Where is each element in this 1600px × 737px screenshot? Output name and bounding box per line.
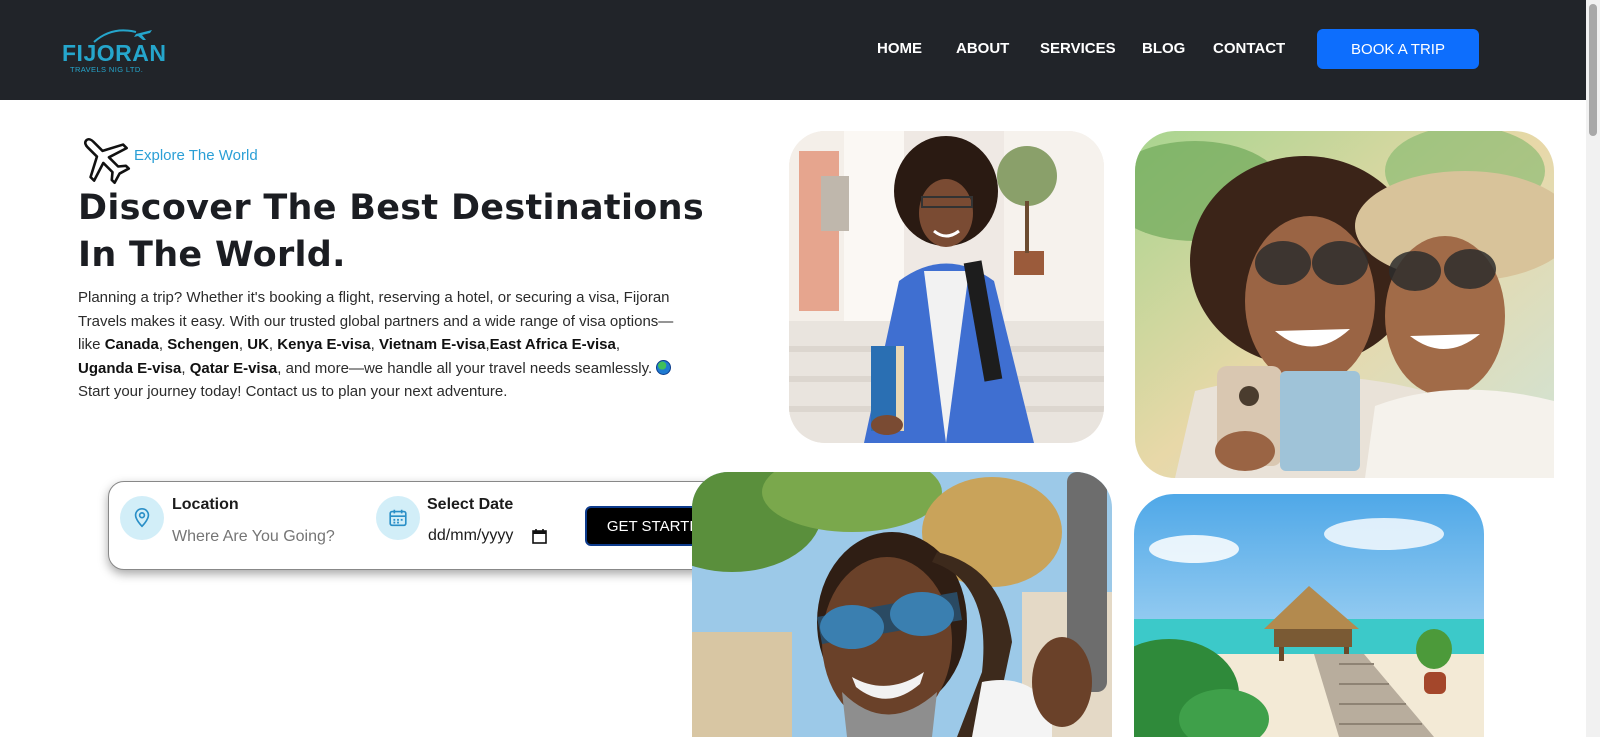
nav-services[interactable]: SERVICES — [1040, 40, 1116, 57]
hero-title: Discover The Best Destinations In The Wo… — [78, 188, 704, 275]
calendar-icon — [389, 509, 407, 527]
location-input[interactable] — [172, 526, 362, 548]
airplane-icon — [83, 137, 131, 185]
page-scrollbar[interactable] — [1586, 0, 1600, 737]
visa-uganda: Uganda E-visa — [78, 359, 182, 377]
visa-kenya: Kenya E-visa — [277, 336, 371, 353]
hero-description: Planning a trip? Whether it's booking a … — [78, 289, 674, 400]
visa-qatar: Qatar E-visa — [189, 359, 278, 377]
nav-contact[interactable]: CONTACT — [1213, 40, 1285, 57]
hero-eyebrow: Explore The World — [134, 147, 258, 164]
nav-about[interactable]: ABOUT — [956, 40, 1009, 57]
hero-desc-outro: , and more—we handle all your travel nee… — [277, 359, 657, 377]
map-pin-icon — [134, 508, 150, 528]
visa-vietnam: Vietnam E-visa — [379, 336, 486, 353]
hero-desc-cta: Start your journey today! Contact us to … — [78, 383, 508, 400]
photo-man-selfie — [692, 472, 1112, 737]
visa-east-africa: East Africa E-visa — [489, 336, 616, 353]
book-a-trip-button[interactable]: BOOK A TRIP — [1317, 29, 1479, 69]
date-placeholder: dd/mm/yyyy — [428, 527, 514, 544]
visa-schengen: Schengen — [167, 336, 239, 353]
calendar-icon-wrap — [376, 496, 420, 540]
scrollbar-thumb[interactable] — [1589, 4, 1597, 136]
location-icon-wrap — [120, 496, 164, 540]
date-input[interactable]: dd/mm/yyyy — [427, 524, 552, 550]
nav-home[interactable]: HOME — [877, 40, 922, 57]
brand-subtitle: TRAVELS NIG LTD. — [70, 65, 144, 74]
photo-student — [789, 131, 1104, 443]
globe-emoji-icon — [656, 359, 672, 375]
photo-friends-selfie — [1135, 131, 1554, 478]
brand-name: FIJORAN — [62, 40, 167, 66]
brand-logo[interactable]: FIJORAN TRAVELS NIG LTD. — [62, 24, 172, 76]
trip-search-card: Location Select Date dd/mm/yyyy GET STAR… — [108, 481, 744, 570]
top-navbar: FIJORAN TRAVELS NIG LTD. HOME ABOUT SERV… — [0, 0, 1586, 100]
photo-beach-hut — [1134, 494, 1484, 737]
date-picker-icon[interactable] — [532, 528, 547, 544]
nav-blog[interactable]: BLOG — [1142, 40, 1185, 57]
visa-canada: Canada — [104, 336, 159, 353]
date-label: Select Date — [427, 496, 514, 513]
visa-uk: UK — [247, 336, 269, 353]
location-label: Location — [172, 496, 239, 513]
